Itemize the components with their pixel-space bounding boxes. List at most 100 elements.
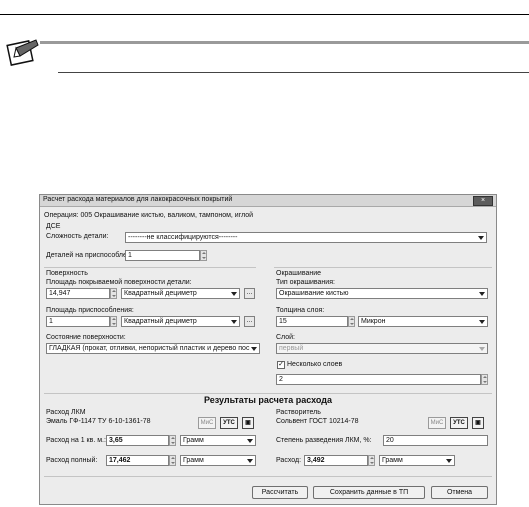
per-m2-label: Расход на 1 кв. м.: bbox=[46, 437, 106, 444]
thickness-input[interactable]: 15 bbox=[276, 316, 348, 327]
multi-layer-checkbox[interactable]: ✓ bbox=[277, 361, 285, 369]
total-unit-value: Грамм bbox=[183, 457, 204, 464]
solvent-mis-button[interactable]: МиС bbox=[428, 417, 446, 429]
thickness-unit-value: Микрон bbox=[361, 318, 386, 325]
lkm-utc-button[interactable]: УТС bbox=[220, 417, 238, 429]
fixture-label: Площадь приспособления: bbox=[46, 307, 134, 314]
fixture-spinner[interactable] bbox=[110, 316, 117, 327]
material-calc-dialog: Расчет расхода материалов для лакокрасоч… bbox=[39, 194, 497, 505]
lkm-material: Эмаль ГФ-1147 ТУ 6-10-1361-78 bbox=[46, 418, 151, 425]
per-m2-unit-select[interactable]: Грамм bbox=[180, 435, 256, 446]
complexity-value: --------не классифицируются-------- bbox=[128, 234, 238, 241]
note-header-rule bbox=[40, 41, 529, 44]
painting-group-line bbox=[274, 267, 492, 268]
save-to-tp-button[interactable]: Сохранить данные в ТП bbox=[313, 486, 425, 499]
solvent-utc-button[interactable]: УТС bbox=[450, 417, 468, 429]
surface-section-title: Поверхность bbox=[46, 270, 88, 277]
surface-state-select[interactable]: ГЛАДКАЯ (прокат, отливки, непористый пла… bbox=[46, 343, 260, 354]
layers-count-value: 2 bbox=[279, 376, 283, 383]
paint-type-label: Тип окрашивания: bbox=[276, 279, 335, 286]
layers-count-input[interactable]: 2 bbox=[276, 374, 481, 385]
parts-input[interactable]: 1 bbox=[125, 250, 200, 261]
chevron-down-icon bbox=[231, 320, 237, 324]
lkm-catalog-icon[interactable]: ▣ bbox=[242, 417, 254, 429]
surface-state-value: ГЛАДКАЯ (прокат, отливки, непористый пла… bbox=[49, 345, 250, 352]
layer-label: Слой: bbox=[276, 334, 295, 341]
solvent-unit-value: Грамм bbox=[382, 457, 403, 464]
total-spinner[interactable] bbox=[169, 455, 176, 466]
per-m2-value: 3,65 bbox=[109, 437, 123, 444]
solvent-consumption-input[interactable]: 3,492 bbox=[304, 455, 368, 466]
area-value: 14,947 bbox=[49, 290, 71, 297]
layer-select[interactable]: первый bbox=[276, 343, 488, 354]
paint-type-value: Окрашивание кистью bbox=[279, 290, 349, 297]
surface-state-label: Состояние поверхности: bbox=[46, 334, 126, 341]
lkm-section-title: Расход ЛКМ bbox=[46, 409, 86, 416]
footer-rule bbox=[44, 476, 492, 477]
fixture-unit-select[interactable]: Квадратный дециметр bbox=[121, 316, 240, 327]
total-value: 17,462 bbox=[109, 457, 131, 464]
chevron-down-icon bbox=[231, 292, 237, 296]
area-spinner[interactable] bbox=[110, 288, 117, 299]
total-label: Расход полный: bbox=[46, 457, 98, 464]
per-m2-input[interactable]: 3,65 bbox=[106, 435, 169, 446]
close-button[interactable]: × bbox=[473, 196, 493, 206]
solvent-material: Сольвент ГОСТ 10214-78 bbox=[276, 418, 359, 425]
per-m2-spinner[interactable] bbox=[169, 435, 176, 446]
calculate-button[interactable]: Рассчитать bbox=[252, 486, 308, 499]
surface-group-line bbox=[44, 267, 256, 268]
parts-value: 1 bbox=[128, 252, 132, 259]
note-pencil-icon bbox=[6, 39, 39, 66]
solvent-section-title: Растворитель bbox=[276, 409, 321, 416]
total-input[interactable]: 17,462 bbox=[106, 455, 169, 466]
total-unit-select[interactable]: Грамм bbox=[180, 455, 256, 466]
dse-section-title: ДСЕ bbox=[46, 223, 61, 230]
painting-section-title: Окрашивание bbox=[276, 270, 322, 277]
solvent-catalog-icon[interactable]: ▣ bbox=[472, 417, 484, 429]
page-top-rule bbox=[0, 14, 529, 15]
chevron-down-icon bbox=[479, 320, 485, 324]
area-unit-select[interactable]: Квадратный дециметр bbox=[121, 288, 240, 299]
chevron-down-icon bbox=[479, 292, 485, 296]
dilution-input[interactable]: 20 bbox=[383, 435, 488, 446]
results-title: Результаты расчета расхода bbox=[204, 395, 332, 405]
dilution-label: Степень разведения ЛКМ, %: bbox=[276, 437, 372, 444]
lkm-mis-button[interactable]: МиС bbox=[198, 417, 216, 429]
per-m2-unit-value: Грамм bbox=[183, 437, 204, 444]
thickness-label: Толщина слоя: bbox=[276, 307, 325, 314]
area-unit-value: Квадратный дециметр bbox=[124, 290, 197, 297]
dialog-titlebar: Расчет расхода материалов для лакокрасоч… bbox=[40, 195, 496, 207]
complexity-label: Сложность детали: bbox=[46, 233, 109, 240]
area-input[interactable]: 14,947 bbox=[46, 288, 110, 299]
chevron-down-icon bbox=[446, 459, 452, 463]
layers-count-spinner[interactable] bbox=[481, 374, 488, 385]
area-unit-browse-button[interactable]: ... bbox=[244, 288, 255, 299]
fixture-unit-value: Квадратный дециметр bbox=[124, 318, 197, 325]
thickness-value: 15 bbox=[279, 318, 287, 325]
results-rule bbox=[44, 393, 492, 394]
solvent-consumption-value: 3,492 bbox=[307, 457, 325, 464]
parts-spinner[interactable] bbox=[200, 250, 207, 261]
multi-layer-label: Несколько слоев bbox=[287, 361, 343, 368]
cancel-button[interactable]: Отмена bbox=[431, 486, 488, 499]
chevron-down-icon bbox=[251, 347, 257, 351]
chevron-down-icon bbox=[478, 236, 484, 240]
solvent-consumption-spinner[interactable] bbox=[368, 455, 375, 466]
note-divider bbox=[58, 72, 529, 73]
chevron-down-icon bbox=[247, 459, 253, 463]
paint-type-select[interactable]: Окрашивание кистью bbox=[276, 288, 488, 299]
chevron-down-icon bbox=[479, 347, 485, 351]
fixture-value: 1 bbox=[49, 318, 53, 325]
fixture-unit-browse-button[interactable]: ... bbox=[244, 316, 255, 327]
solvent-unit-select[interactable]: Грамм bbox=[379, 455, 455, 466]
complexity-select[interactable]: --------не классифицируются-------- bbox=[125, 232, 487, 243]
layer-value: первый bbox=[279, 345, 304, 352]
solvent-consumption-label: Расход: bbox=[276, 457, 302, 464]
chevron-down-icon bbox=[247, 439, 253, 443]
fixture-input[interactable]: 1 bbox=[46, 316, 110, 327]
area-label: Площадь покрываемой поверхности детали: bbox=[46, 279, 192, 286]
dialog-title: Расчет расхода материалов для лакокрасоч… bbox=[43, 196, 233, 203]
thickness-unit-select[interactable]: Микрон bbox=[358, 316, 488, 327]
dilution-value: 20 bbox=[386, 437, 394, 444]
thickness-spinner[interactable] bbox=[348, 316, 355, 327]
